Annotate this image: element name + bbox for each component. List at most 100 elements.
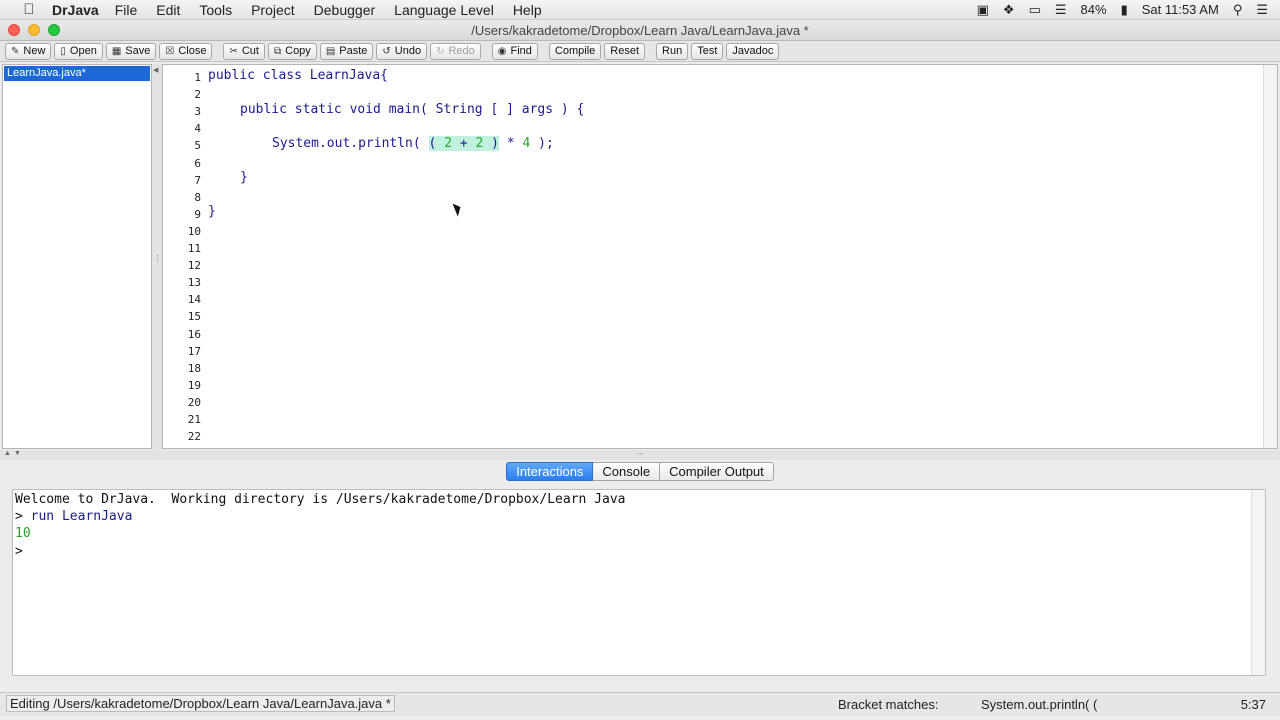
code-line-3[interactable]: public static void main( String [ ] args… (240, 102, 584, 117)
save-button[interactable]: ▦ Save (105, 42, 157, 60)
run-command-line: > run LearnJava (15, 509, 133, 524)
interactions-scrollbar[interactable] (1251, 490, 1265, 675)
menu-project[interactable]: Project (251, 2, 295, 18)
line-number: 19 (187, 378, 201, 392)
code-editor[interactable]: 1 2 3 4 5 6 7 8 9 10 11 12 13 14 15 16 17 18 19 20 21 22 publ… (162, 64, 1278, 449)
spotlight-search-icon[interactable]: ⚲ (1233, 2, 1243, 18)
line-number: 17 (187, 344, 201, 358)
line-number: 12 (187, 259, 201, 273)
menu-debugger[interactable]: Debugger (314, 2, 376, 18)
interactions-pane[interactable]: Welcome to DrJava. Working directory is … (12, 489, 1266, 676)
redo-icon: ↻ (436, 45, 445, 57)
line-number: 13 (187, 276, 201, 290)
bottom-pane-tabs: Interactions Console Compiler Output (0, 462, 1280, 482)
status-editing-file: Editing /Users/kakradetome/Dropbox/Learn… (6, 695, 395, 712)
reset-button[interactable]: Reset (604, 42, 646, 60)
line-number: 20 (187, 395, 201, 409)
toolbar: ✎ New ▯ Open ▦ Save ☒ Close ✂ Cut ⧉ Copy ▤ Past… (0, 41, 1280, 62)
splitter-grip-icon: ⋯ (637, 451, 644, 458)
line-number: 22 (187, 430, 201, 444)
chevron-left-icon[interactable]: ◀ (153, 66, 158, 74)
splitter-grip-icon: ⋮ (154, 255, 161, 262)
dropbox-icon[interactable]: ❖ (1003, 2, 1015, 18)
binoculars-icon: ◉ (497, 45, 507, 57)
tab-console[interactable]: Console (593, 462, 661, 481)
line-number: 1 (194, 71, 201, 84)
line-number: 18 (187, 361, 201, 375)
bracket-matches-label: Bracket matches: (838, 697, 939, 712)
line-number: 5 (194, 139, 201, 153)
document-item-learnjava[interactable]: LearnJava.java* (4, 66, 150, 81)
save-icon: ▦ (111, 45, 122, 57)
new-file-icon: ✎ (11, 45, 20, 57)
code-line-7[interactable]: } (240, 170, 248, 185)
line-number: 11 (187, 242, 201, 255)
clock[interactable]: Sat 11:53 AM (1142, 2, 1219, 17)
wifi-icon[interactable]: ☰ (1055, 2, 1067, 18)
airplay-icon[interactable]: ▭ (1029, 2, 1041, 18)
paste-button[interactable]: ▤ Paste (319, 42, 374, 60)
editor-scrollbar[interactable] (1263, 65, 1277, 448)
test-button[interactable]: Test (691, 42, 724, 60)
code-line-1[interactable]: public class LearnJava{ (208, 68, 388, 83)
menu-file[interactable]: File (115, 2, 138, 18)
cursor-position: 5:37 (1240, 697, 1266, 712)
javadoc-button[interactable]: Javadoc (726, 42, 780, 60)
line-number: 14 (187, 293, 201, 307)
new-button[interactable]: ✎ New (5, 42, 52, 60)
tab-compiler-output[interactable]: Compiler Output (660, 462, 774, 481)
apple-icon[interactable]:  (20, 1, 38, 18)
battery-percent[interactable]: 84% (1081, 2, 1107, 17)
close-button[interactable]: ☒ Close (159, 42, 213, 60)
menu-tools[interactable]: Tools (199, 2, 232, 18)
close-file-icon: ☒ (165, 45, 175, 57)
chevron-up-icon[interactable]: ▲ (4, 450, 11, 457)
welcome-message: Welcome to DrJava. Working directory is … (15, 492, 626, 507)
menu-language-level[interactable]: Language Level (394, 2, 494, 18)
undo-button[interactable]: ↺ Undo (376, 42, 428, 60)
status-bar: Editing /Users/kakradetome/Dropbox/Learn… (0, 692, 1280, 716)
notification-center-icon[interactable]: ☰ (1256, 2, 1268, 18)
status-menu-area: ▣ ❖ ▭ ☰ 84% ▮ Sat 11:53 AM ⚲ ☰ (977, 2, 1280, 18)
menu-bar:  DrJava File Edit Tools Project Debugge… (0, 0, 1280, 20)
line-number: 4 (194, 122, 201, 136)
line-number: 2 (194, 88, 201, 102)
horizontal-splitter[interactable]: ▲ ▼ ⋯ (0, 450, 1280, 460)
copy-button[interactable]: ⧉ Copy (267, 42, 317, 60)
line-number: 7 (194, 173, 201, 187)
tab-interactions[interactable]: Interactions (506, 462, 594, 481)
code-line-9[interactable]: } (208, 204, 216, 219)
line-number: 10 (187, 224, 201, 238)
line-number: 3 (194, 105, 201, 119)
chevron-down-icon[interactable]: ▼ (14, 450, 21, 457)
program-output: 10 (15, 526, 31, 541)
bracket-match-highlight: ( 2 + 2 ) (428, 136, 499, 151)
screen-record-icon[interactable]: ▣ (977, 2, 989, 18)
window-title: /Users/kakradetome/Dropbox/Learn Java/Le… (471, 23, 809, 38)
cut-button[interactable]: ✂ Cut (223, 42, 265, 60)
document-list: LearnJava.java* (2, 64, 152, 449)
line-number: 9 (194, 207, 201, 221)
line-number: 15 (187, 310, 201, 324)
line-number-gutter: 1 2 3 4 5 6 7 8 9 10 11 12 13 14 15 16 17 18 19 20 21 22 (163, 65, 201, 448)
line-number: 16 (187, 327, 201, 341)
vertical-splitter[interactable]: ◀ ⋮ (152, 64, 162, 449)
undo-icon: ↺ (382, 45, 391, 57)
window-title-bar: /Users/kakradetome/Dropbox/Learn Java/Le… (0, 20, 1280, 41)
line-number: 8 (194, 190, 201, 204)
battery-icon[interactable]: ▮ (1121, 2, 1128, 18)
compile-button[interactable]: Compile (548, 42, 602, 60)
bracket-matches-value: System.out.println( ( (981, 697, 1098, 712)
open-button[interactable]: ▯ Open (54, 42, 103, 60)
find-button[interactable]: ◉ Find (491, 42, 538, 60)
menu-app-name[interactable]: DrJava (52, 2, 99, 18)
open-folder-icon: ▯ (60, 45, 66, 57)
redo-button[interactable]: ↻ Redo (430, 42, 481, 60)
input-prompt[interactable]: > (15, 544, 23, 559)
code-line-5[interactable]: System.out.println( ( 2 + 2 ) * 4 ); (272, 136, 554, 151)
run-button[interactable]: Run (656, 42, 689, 60)
copy-icon: ⧉ (273, 45, 282, 57)
menu-help[interactable]: Help (513, 2, 542, 18)
line-number: 21 (187, 413, 201, 426)
menu-edit[interactable]: Edit (156, 2, 180, 18)
